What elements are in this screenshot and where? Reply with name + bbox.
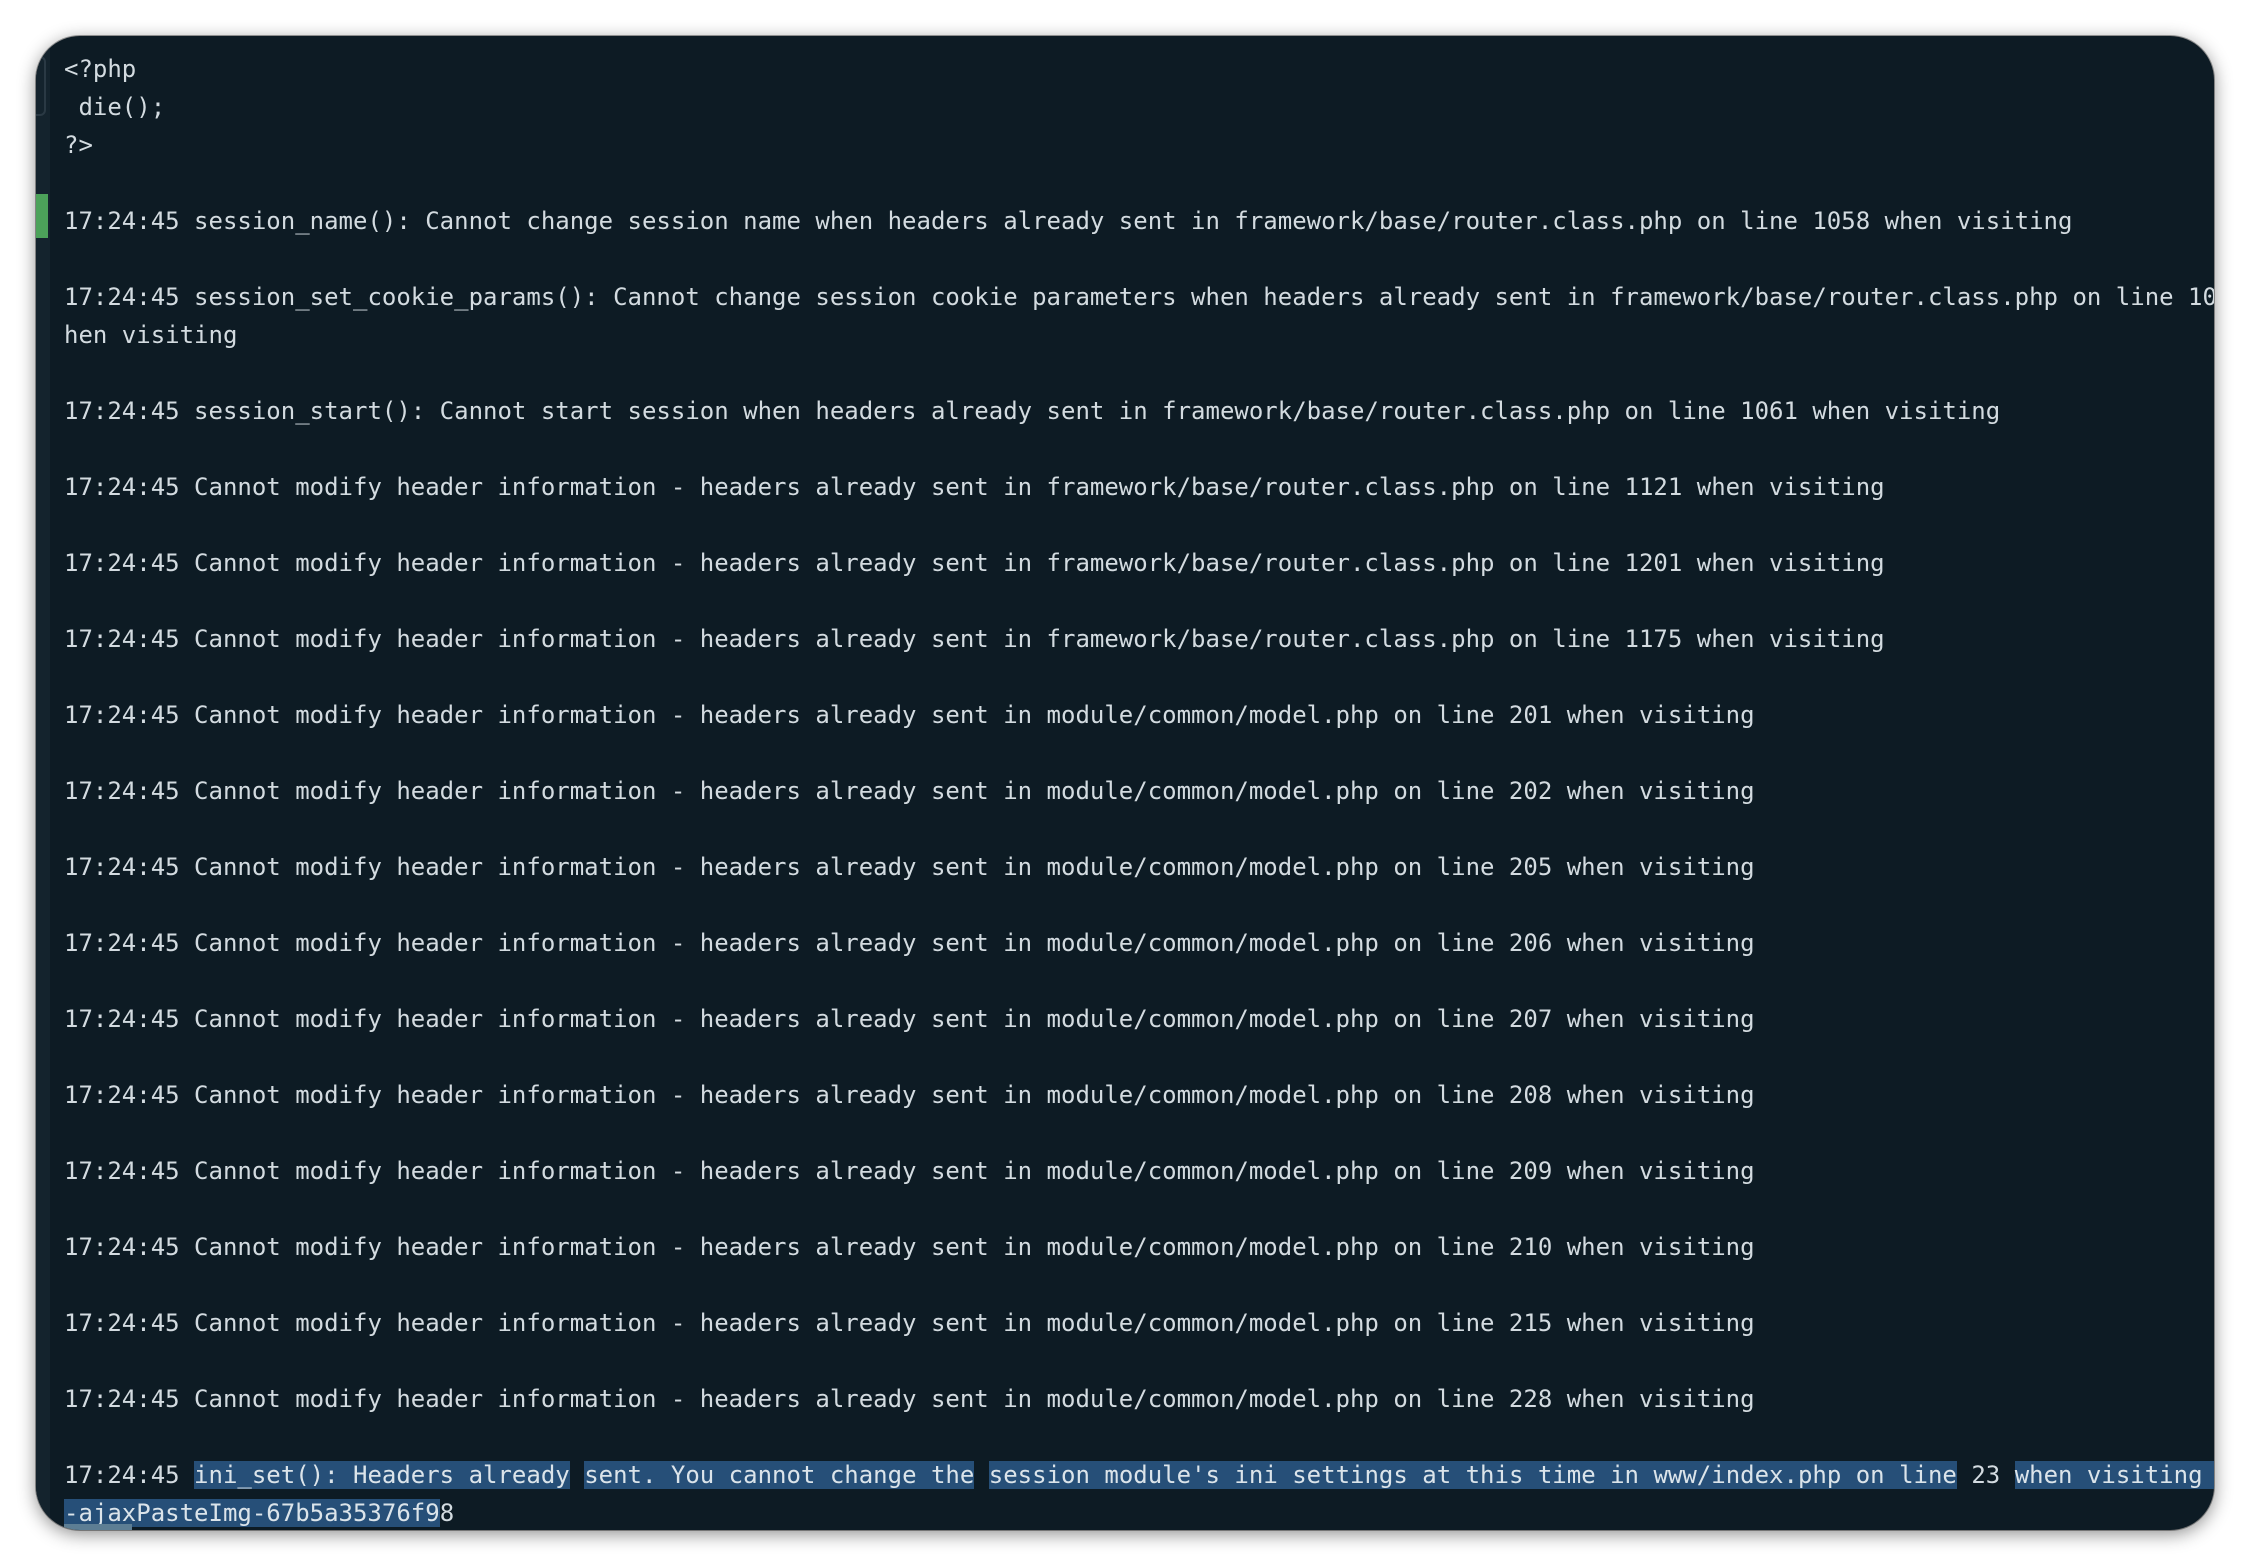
- log-timestamp: 17:24:45: [64, 1157, 180, 1185]
- log-timestamp: 17:24:45: [64, 929, 180, 957]
- log-message: Cannot modify header information - heade…: [194, 1385, 1755, 1413]
- log-message: session_set_cookie_params(): Cannot chan…: [194, 283, 2214, 311]
- log-entry: 17:24:45 session_start(): Cannot start s…: [64, 392, 2199, 430]
- log-timestamp: 17:24:45: [64, 283, 180, 311]
- log-entry: 17:24:45 Cannot modify header informatio…: [64, 1076, 2199, 1114]
- log-entry: 17:24:45 Cannot modify header informatio…: [64, 544, 2199, 582]
- log-entry: 17:24:45 Cannot modify header informatio…: [64, 1304, 2199, 1342]
- log-message: session_name(): Cannot change session na…: [194, 207, 2073, 235]
- editor-gutter: [36, 36, 50, 1530]
- code-line: ?>: [64, 131, 93, 159]
- log-timestamp: 17:24:45: [64, 549, 180, 577]
- selected-text: sent. You cannot change the: [584, 1461, 975, 1489]
- log-message: Cannot modify header information - heade…: [194, 625, 1885, 653]
- log-entry-selected: 17:24:45 ini_set(): Headers already sent…: [64, 1456, 2214, 1494]
- log-entry: 17:24:45 session_name(): Cannot change s…: [64, 202, 2199, 240]
- log-timestamp: 17:24:45: [64, 1005, 180, 1033]
- log-entry: 17:24:45 session_set_cookie_params(): Ca…: [64, 278, 2214, 316]
- log-entry: 17:24:45 Cannot modify header informatio…: [64, 696, 2199, 734]
- log-timestamp: 17:24:45: [64, 701, 180, 729]
- selected-text: ini_set(): Headers already: [194, 1461, 570, 1489]
- log-message: Cannot modify header information - heade…: [194, 1309, 1755, 1337]
- log-message: Cannot modify header information - heade…: [194, 473, 1885, 501]
- log-entry: 17:24:45 Cannot modify header informatio…: [64, 1228, 2199, 1266]
- log-timestamp: 17:24:45: [64, 473, 180, 501]
- log-entry: 17:24:45 Cannot modify header informatio…: [64, 1380, 2199, 1418]
- fold-indicator[interactable]: [36, 56, 46, 116]
- log-timestamp: 17:24:45: [64, 1081, 180, 1109]
- log-message: Cannot modify header information - heade…: [194, 1005, 1755, 1033]
- log-entry: 17:24:45 Cannot modify header informatio…: [64, 1152, 2199, 1190]
- log-entry: 17:24:45 Cannot modify header informatio…: [64, 772, 2199, 810]
- log-timestamp: 17:24:45: [64, 625, 180, 653]
- log-entry: 17:24:45 Cannot modify header informatio…: [64, 620, 2199, 658]
- change-marker: [36, 194, 48, 238]
- log-entry: 17:24:45 Cannot modify header informatio…: [64, 1000, 2199, 1038]
- selected-text: -ajaxPasteImg-67b5a35376f9: [64, 1499, 440, 1527]
- log-timestamp: 17:24:45: [64, 1309, 180, 1337]
- log-message: Cannot modify header information - heade…: [194, 777, 1755, 805]
- log-text: 8: [439, 1499, 455, 1527]
- log-message: Cannot modify header information - heade…: [194, 549, 1885, 577]
- log-message: Cannot modify header information - heade…: [194, 1081, 1755, 1109]
- log-message: Cannot modify header information - heade…: [194, 1157, 1755, 1185]
- log-entry: 17:24:45 Cannot modify header informatio…: [64, 848, 2199, 886]
- log-viewer-window: <?php die(); ?> 17:24:45 session_name(): C…: [36, 36, 2214, 1530]
- log-entry-continuation: hen visiting: [64, 321, 238, 349]
- code-line: <?php: [64, 55, 137, 83]
- log-timestamp: 17:24:45: [64, 777, 180, 805]
- log-message: session_start(): Cannot start session wh…: [194, 397, 2001, 425]
- log-timestamp: 17:24:45: [64, 1385, 180, 1413]
- log-entry: 17:24:45 Cannot modify header informatio…: [64, 468, 2199, 506]
- log-message: Cannot modify header information - heade…: [194, 701, 1755, 729]
- code-line: die();: [64, 93, 166, 121]
- log-text-area[interactable]: <?php die(); ?> 17:24:45 session_name(): C…: [64, 50, 2214, 1530]
- log-timestamp: 17:24:45: [64, 207, 180, 235]
- log-text: 23: [1956, 1461, 2015, 1489]
- log-message: Cannot modify header information - heade…: [194, 1233, 1755, 1261]
- log-timestamp: 17:24:45: [64, 397, 180, 425]
- log-message: Cannot modify header information - heade…: [194, 929, 1755, 957]
- log-timestamp: 17:24:45: [64, 1233, 180, 1261]
- log-message: Cannot modify header information - heade…: [194, 853, 1755, 881]
- log-timestamp: 17:24:45: [64, 1461, 180, 1489]
- log-entry: 17:24:45 Cannot modify header informatio…: [64, 924, 2199, 962]
- log-timestamp: 17:24:45: [64, 853, 180, 881]
- selected-text: session module's ini settings at this ti…: [988, 1461, 1957, 1489]
- text-cursor: [64, 1524, 132, 1530]
- log-entry-continuation: -ajaxPasteImg-67b5a35376f98: [64, 1494, 2199, 1530]
- selected-text: when visiting file: [2014, 1461, 2214, 1489]
